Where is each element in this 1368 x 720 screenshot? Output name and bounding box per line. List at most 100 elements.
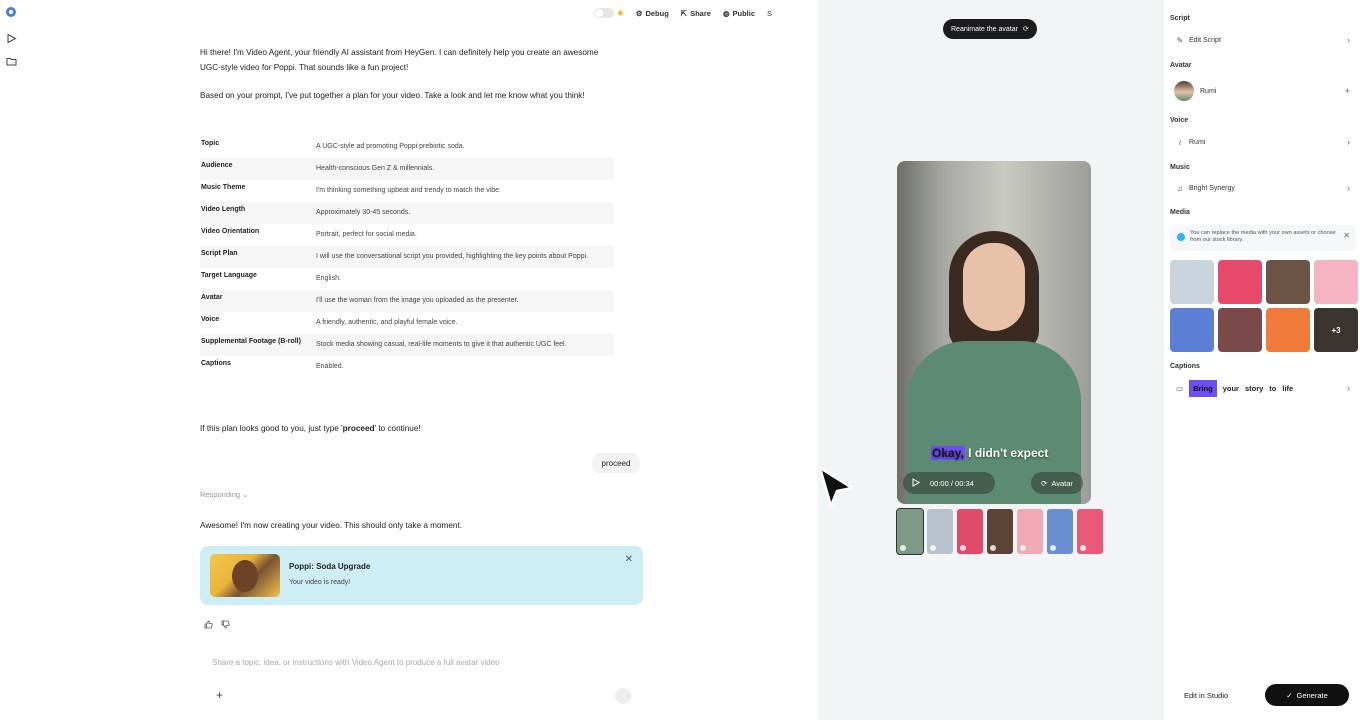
scene-type-icon [960,545,966,551]
more-media-count: +3 [1331,325,1341,335]
media-tile[interactable] [1266,260,1310,304]
scene-thumbnail[interactable] [927,509,953,554]
plan-row-label: Music Theme [201,184,246,191]
media-tile[interactable] [1170,308,1214,352]
media-section-label: Media [1170,209,1190,216]
plan-row: Captions Enabled. [200,356,614,378]
plus-icon[interactable]: + [1345,86,1350,96]
caption-style-row[interactable]: ▭ Bring your story to life › [1170,377,1354,399]
thumbs-up-icon[interactable] [204,620,213,631]
video-player[interactable]: Okay, I didn't expect 00:00 / 00:34 ⟳ Av… [897,161,1091,504]
app-logo-icon[interactable] [5,6,17,18]
media-tile[interactable] [1218,260,1262,304]
waveform-icon: ≀ [1178,137,1182,147]
composer-input[interactable]: Share a topic, idea, or instructions wit… [212,658,500,667]
caption-word: story [1244,383,1264,393]
plan-row-value: English. [316,275,341,282]
plan-row-label: Audience [201,162,233,169]
bug-icon: ⚙ [635,8,643,18]
scene-thumbnail[interactable] [1017,509,1043,554]
caption-overlay: Okay, I didn't expect [931,446,1049,460]
user-avatar[interactable]: S [767,9,772,18]
folder-icon[interactable] [5,55,17,67]
plus-icon[interactable]: + [216,688,223,702]
scene-thumbnail[interactable] [1077,509,1103,554]
play-outline-icon[interactable] [5,32,17,44]
media-tile[interactable]: +3 [1314,308,1358,352]
voice-row[interactable]: ≀ Rumi › [1170,131,1354,153]
share-button[interactable]: ⇱ Share [681,9,711,18]
scene-thumbnail[interactable] [1047,509,1073,554]
video-card-title: Poppi: Soda Upgrade [289,562,371,571]
plan-row-value: A friendly, authentic, and playful femal… [316,319,458,326]
plan-row: Video Length Approximately 30-45 seconds. [200,202,614,224]
media-tile[interactable] [1266,308,1310,352]
plan-row: Supplemental Footage (B-roll) Stock media… [200,334,614,356]
script-section-label: Script [1170,15,1190,22]
plan-row-value: Portrait, perfect for social media. [316,231,417,238]
assistant-creating-message: Awesome! I'm now creating your video. Th… [200,521,463,530]
plan-table: Topic A UGC-style ad promoting Poppi preb… [200,136,614,378]
avatar-row[interactable]: Rumi + [1170,80,1354,102]
thumbs-down-icon[interactable] [221,620,230,631]
edit-in-studio-button[interactable]: Edit in Studio [1184,691,1228,700]
music-note-icon: ♫ [1177,183,1183,193]
scene-type-icon [900,545,906,551]
mode-toggle[interactable]: ✷ [594,8,624,18]
chevron-right-icon: › [1347,183,1350,193]
video-thumbnail[interactable] [210,554,280,597]
scene-thumbnail[interactable] [987,509,1013,554]
reanimate-avatar-button[interactable]: Reanimate the avatar ⟳ [943,19,1037,39]
plan-row-label: Captions [201,360,231,367]
caption-word: your [1222,383,1239,393]
plan-row: Audience Health-conscious Gen Z & millenn… [200,158,614,180]
captions-icon: ▭ [1176,383,1184,393]
feedback-row [204,620,230,631]
refresh-icon: ⟳ [1041,478,1048,488]
public-button[interactable]: ◍ Public [723,9,755,18]
video-ready-card[interactable]: Poppi: Soda Upgrade Your video is ready!… [200,546,643,605]
edit-icon: ✎ [1176,35,1184,45]
media-tile[interactable] [1218,308,1262,352]
send-button[interactable] [615,688,631,704]
sun-icon: ✷ [617,8,624,18]
assistant-intro-message: Hi there! I'm Video Agent, your friendly… [200,48,599,72]
caption-word: to [1269,383,1277,393]
close-icon[interactable]: ✕ [625,554,633,565]
chevron-right-icon: › [1347,137,1350,147]
refresh-icon: ⟳ [1022,26,1029,33]
plan-row-label: Video Length [201,206,246,213]
voice-section-label: Voice [1170,117,1189,124]
plan-row-label: Voice [201,316,220,323]
user-message-bubble: proceed [592,453,640,473]
responding-status[interactable]: Responding ⌄ [200,490,248,499]
avatar-switch-button[interactable]: ⟳ Avatar [1031,472,1083,494]
assistant-plan-intro: Based on your prompt, I've put together … [200,91,585,100]
scene-type-icon [990,545,996,551]
plan-row-value: Enabled. [316,363,344,370]
scene-thumbnail[interactable] [957,509,983,554]
plan-row-label: Target Language [201,272,257,279]
edit-script-row[interactable]: ✎ Edit Script › [1170,29,1354,51]
plan-row-label: Topic [201,140,220,147]
plan-row: Video Orientation Portrait, perfect for s… [200,224,614,246]
chevron-right-icon: › [1347,383,1350,393]
scene-type-icon [1050,545,1056,551]
plan-row: Avatar I'll use the woman from the image … [200,290,614,312]
scene-thumbnail[interactable] [896,508,924,555]
plan-row: Script Plan I will use the conversational… [200,246,614,268]
play-icon[interactable] [912,477,920,489]
music-row[interactable]: ♫ Bright Synergy › [1170,177,1354,199]
generate-button[interactable]: ✓ Generate [1265,684,1349,706]
plan-row: Target Language English. [200,268,614,290]
plan-row-label: Video Orientation [201,228,260,235]
playback-controls[interactable]: 00:00 / 00:34 [903,472,995,494]
media-tile[interactable] [1170,260,1214,304]
close-icon[interactable]: ✕ [1343,232,1350,240]
media-tile[interactable] [1314,260,1358,304]
scene-type-icon [1020,545,1026,551]
message-composer[interactable]: Share a topic, idea, or instructions wit… [200,640,643,716]
plan-row-label: Script Plan [201,250,238,257]
debug-button[interactable]: ⚙ Debug [636,9,669,18]
plan-row: Music Theme I'm thinking something upbeat… [200,180,614,202]
